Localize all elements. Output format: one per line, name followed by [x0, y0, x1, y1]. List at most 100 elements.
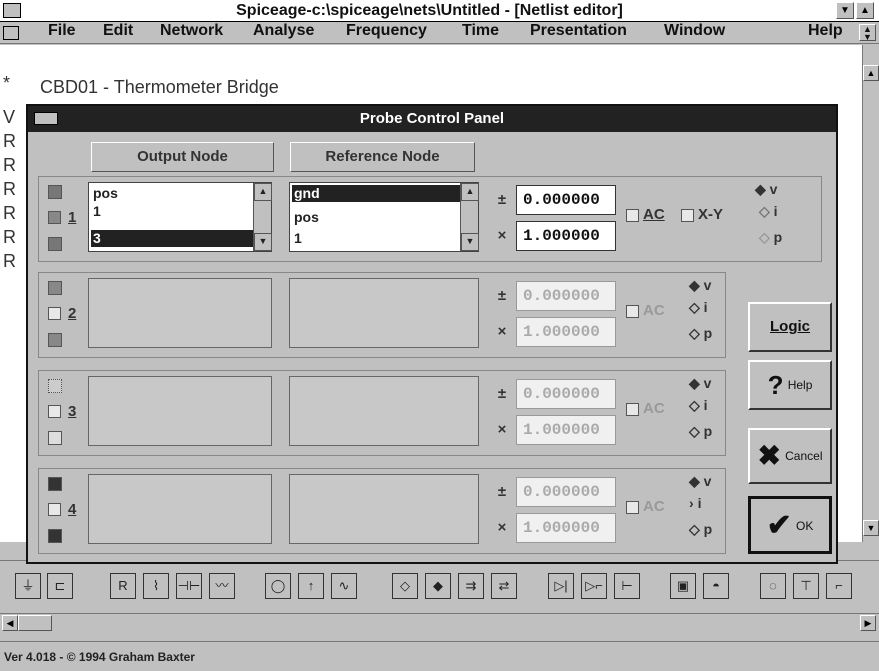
probe-3-checkbox[interactable]: [48, 405, 61, 418]
probe-3-ac-checkbox[interactable]: [626, 403, 639, 416]
diode-tool-icon[interactable]: ▷|: [548, 573, 574, 599]
resistor-tool-icon[interactable]: R: [110, 573, 136, 599]
zener-tool-icon[interactable]: ▷⌐: [581, 573, 607, 599]
ok-button[interactable]: ✔ OK: [748, 496, 832, 554]
probe-2-mode-p-radio[interactable]: ◇ p: [689, 325, 712, 342]
probe-3-mode-p-radio[interactable]: ◇ p: [689, 423, 712, 440]
current-source-tool-icon[interactable]: ↑: [298, 573, 324, 599]
probe-1-reference-scrollbar[interactable]: ▲ ▼: [460, 183, 479, 251]
menu-restore-button[interactable]: ▲ ▼: [859, 24, 876, 42]
horizontal-scrollbar[interactable]: ◀ ▶: [0, 613, 879, 631]
netlist-line-char: R: [3, 227, 16, 247]
transistor-tool-icon[interactable]: ⊢: [614, 573, 640, 599]
inductor-tool-icon[interactable]: 〰: [209, 573, 235, 599]
probe-2-mode-v-radio[interactable]: ◆ v: [689, 277, 711, 294]
subcircuit-tool-icon[interactable]: ▣: [670, 573, 696, 599]
voltage-source-tool-icon[interactable]: ◯: [265, 573, 291, 599]
scroll-down-arrow[interactable]: ▼: [254, 233, 272, 251]
dialog-system-menu-icon[interactable]: [34, 112, 58, 125]
wire-tool-icon[interactable]: ⌐: [826, 573, 852, 599]
scroll-down-arrow[interactable]: ▼: [461, 233, 479, 251]
reference-item[interactable]: 1: [292, 230, 460, 247]
probe-3-offset-field[interactable]: 0.000000: [516, 379, 616, 409]
probe-2-scale-field[interactable]: 1.000000: [516, 317, 616, 347]
probe-4-reference-list[interactable]: [289, 474, 479, 544]
cccs-tool-icon[interactable]: ⇄: [491, 573, 517, 599]
ac-source-tool-icon[interactable]: ∿: [331, 573, 357, 599]
vertical-scrollbar[interactable]: ▲ ▼: [862, 45, 879, 542]
probe-4-scale-field[interactable]: 1.000000: [516, 513, 616, 543]
probe-3-mode-v-radio[interactable]: ◆ v: [689, 375, 711, 392]
probe-2-output-list[interactable]: [88, 278, 272, 348]
menu-edit[interactable]: Edit: [103, 22, 133, 40]
menu-frequency[interactable]: Frequency: [346, 22, 427, 40]
probe-2-ac-checkbox[interactable]: [626, 305, 639, 318]
menu-time[interactable]: Time: [462, 22, 499, 40]
probe-1-offset-field[interactable]: 0.000000: [516, 185, 616, 215]
output-item-selected[interactable]: 3: [91, 230, 253, 247]
probe-3-mode-i-radio[interactable]: ◇ i: [689, 397, 708, 414]
doc-system-menu-icon[interactable]: [3, 26, 19, 40]
output-item[interactable]: 1: [91, 203, 253, 220]
ok-button-label: OK: [795, 519, 814, 534]
cancel-button[interactable]: ✖ Cancel: [748, 428, 832, 484]
ground-tool-icon[interactable]: ⏚: [15, 573, 41, 599]
minimize-button[interactable]: ▼: [836, 2, 854, 19]
menu-help[interactable]: Help: [808, 22, 843, 40]
probe-1-xy-checkbox[interactable]: [681, 209, 694, 222]
scroll-up-arrow[interactable]: ▲: [863, 65, 879, 81]
window-title: Spiceage-c:\spiceage\nets\Untitled - [Ne…: [236, 2, 623, 19]
opamp-tool-icon[interactable]: ◓: [703, 573, 729, 599]
scroll-up-arrow[interactable]: ▲: [254, 183, 272, 201]
maximize-button[interactable]: ▲: [856, 2, 874, 19]
probe-1-checkbox[interactable]: [48, 211, 61, 224]
menu-analyse[interactable]: Analyse: [253, 22, 314, 40]
vccs-tool-icon[interactable]: ◆: [425, 573, 451, 599]
logic-button[interactable]: Logic: [748, 302, 832, 352]
netlist-line-char: R: [3, 179, 16, 199]
probe-1-mode-v-radio[interactable]: ◆ v: [755, 181, 777, 198]
probe-3-reference-list[interactable]: [289, 376, 479, 446]
menu-network[interactable]: Network: [160, 22, 223, 40]
probe-1-output-list[interactable]: pos 1 3 ▲ ▼: [88, 182, 272, 252]
probe-4-output-list[interactable]: [88, 474, 272, 544]
scroll-right-arrow[interactable]: ▶: [860, 615, 876, 631]
menu-window[interactable]: Window: [664, 22, 725, 40]
comment-tool-icon[interactable]: ◌: [760, 573, 786, 599]
probe-3-scale-field[interactable]: 1.000000: [516, 415, 616, 445]
scroll-thumb[interactable]: [18, 615, 52, 631]
probe-1-ac-checkbox[interactable]: [626, 209, 639, 222]
variable-resistor-tool-icon[interactable]: ⌇: [143, 573, 169, 599]
probe-2-reference-list[interactable]: [289, 278, 479, 348]
probe-2-offset-field[interactable]: 0.000000: [516, 281, 616, 311]
probe-1-mode-p-radio[interactable]: ◇ p: [759, 229, 782, 246]
probe-3-output-list[interactable]: [88, 376, 272, 446]
help-button[interactable]: ? Help: [748, 360, 832, 410]
reference-item-selected[interactable]: gnd: [292, 185, 460, 202]
probe-1-output-scrollbar[interactable]: ▲ ▼: [253, 183, 272, 251]
system-menu-icon[interactable]: [3, 3, 21, 18]
probe-4-mode-v-radio[interactable]: ◆ v: [689, 473, 711, 490]
scroll-up-arrow[interactable]: ▲: [461, 183, 479, 201]
probe-4-mode-i-radio[interactable]: › i: [689, 495, 701, 511]
probe-tool-icon[interactable]: ⊤: [793, 573, 819, 599]
probe-1-reference-list[interactable]: gnd pos 1 ▲ ▼: [289, 182, 479, 252]
probe-2-checkbox[interactable]: [48, 307, 61, 320]
probe-4-mode-p-radio[interactable]: ◇ p: [689, 521, 712, 538]
probe-4-checkbox[interactable]: [48, 503, 61, 516]
node-tool-icon[interactable]: ⊏: [47, 573, 73, 599]
capacitor-tool-icon[interactable]: ⊣⊢: [176, 573, 202, 599]
probe-1-mode-i-radio[interactable]: ◇ i: [759, 203, 778, 220]
output-item[interactable]: pos: [91, 185, 253, 202]
probe-2-mode-i-radio[interactable]: ◇ i: [689, 299, 708, 316]
reference-item[interactable]: pos: [292, 209, 460, 226]
ccvs-tool-icon[interactable]: ⇉: [458, 573, 484, 599]
menu-presentation[interactable]: Presentation: [530, 22, 627, 40]
menu-file[interactable]: File: [48, 22, 76, 40]
probe-4-offset-field[interactable]: 0.000000: [516, 477, 616, 507]
scroll-left-arrow[interactable]: ◀: [2, 615, 18, 631]
probe-4-ac-checkbox[interactable]: [626, 501, 639, 514]
probe-1-scale-field[interactable]: 1.000000: [516, 221, 616, 251]
vcvs-tool-icon[interactable]: ◇: [392, 573, 418, 599]
scroll-down-arrow[interactable]: ▼: [863, 520, 879, 536]
